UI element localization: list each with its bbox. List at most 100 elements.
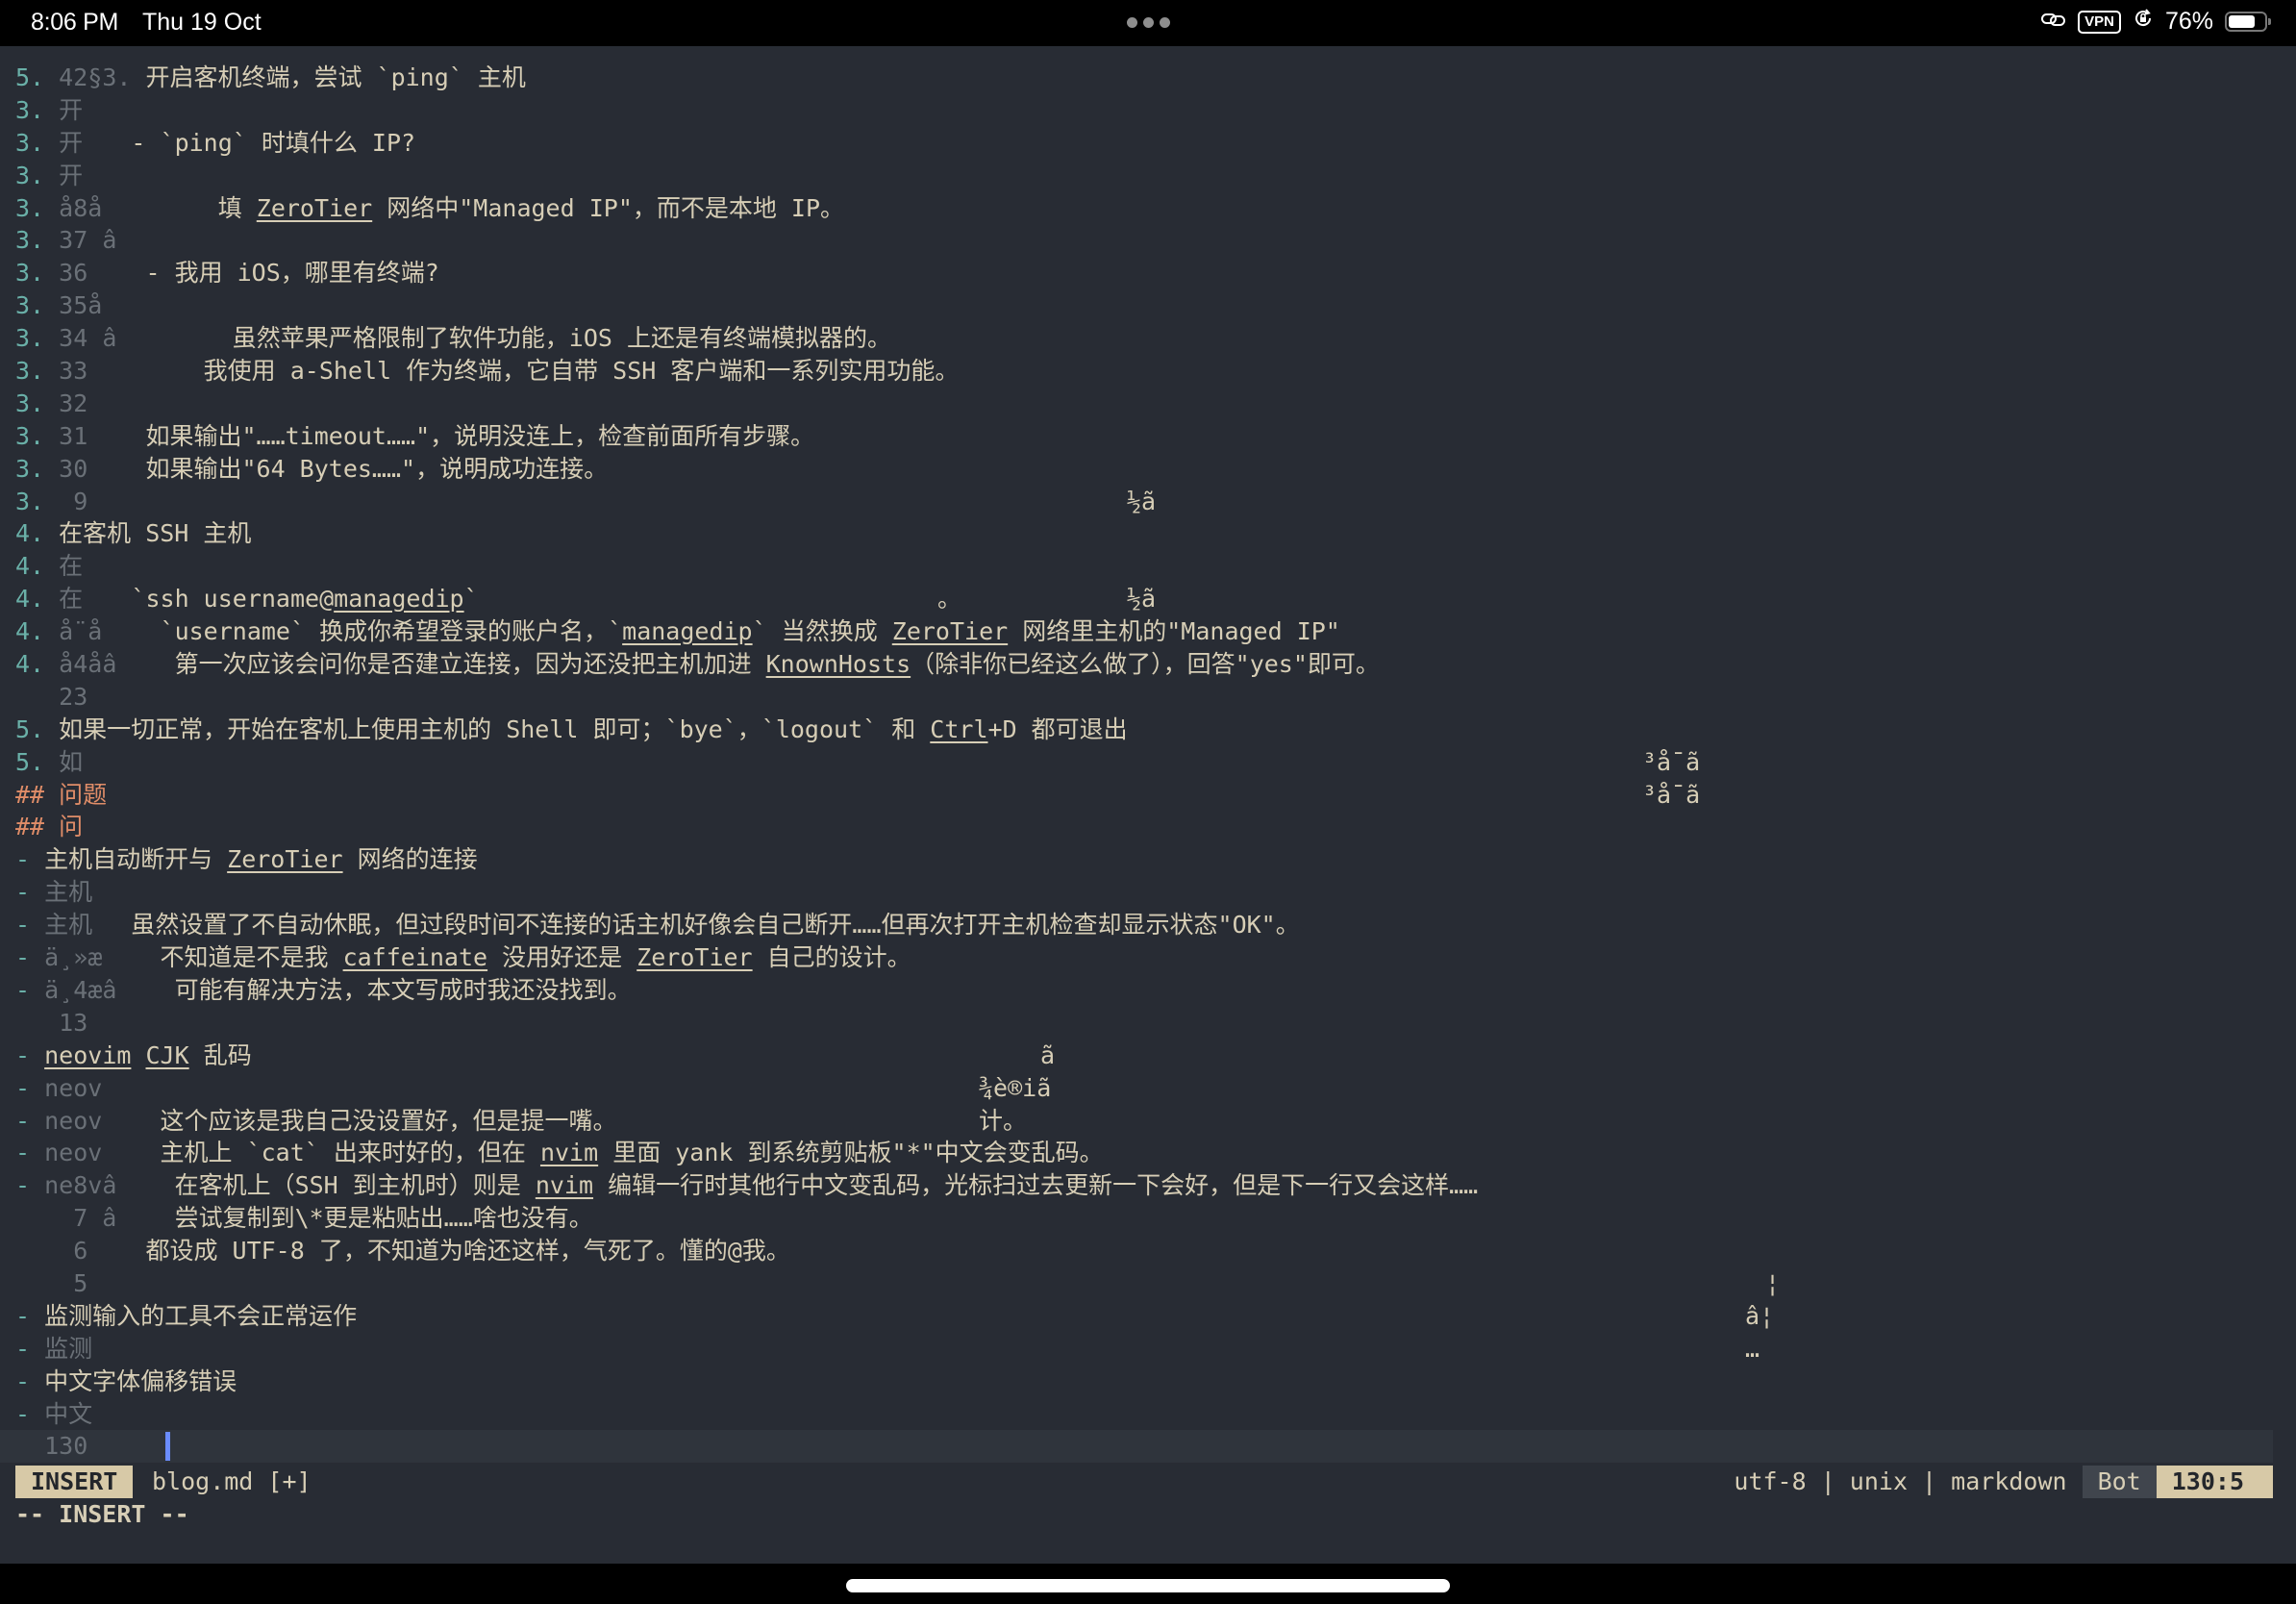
vpn-badge: VPN bbox=[2078, 10, 2121, 34]
render-artifact: ¾è®iã bbox=[979, 1073, 1052, 1102]
render-artifact: ³å¯ã bbox=[1642, 747, 1701, 776]
scroll-position: Bot bbox=[2082, 1466, 2157, 1498]
buffer-line[interactable]: - neov 主机上 `cat` 出来时好的，但在 nvim 里面 yank 到… bbox=[0, 1137, 2273, 1169]
render-artifact: ½ã bbox=[1127, 487, 1157, 515]
line-text: 这个应该是我自己没设置好，但是提一嘴。 bbox=[15, 1106, 617, 1135]
buffer-line[interactable]: - 中文字体偏移错误 bbox=[0, 1366, 2273, 1398]
buffer-lines[interactable]: 5. 42§3. 开启客机终端，尝试 `ping` 主机 3. 开 3. 开 - `… bbox=[0, 62, 2273, 1464]
line-number: 5. 如 bbox=[15, 747, 84, 776]
line-number: 3. 32 bbox=[15, 388, 88, 417]
buffer-line[interactable]: 130 bbox=[0, 1430, 2273, 1464]
render-artifact: 计。 bbox=[979, 1106, 1028, 1135]
buffer-line[interactable]: 4. å¨å `username` 换成你希望登录的账户名，`managedip… bbox=[0, 615, 2273, 648]
line-text: 可能有解决方法，本文写成时我还没找到。 bbox=[15, 975, 632, 1004]
buffer-line[interactable]: - 主机自动断开与 ZeroTier 网络的连接 bbox=[0, 843, 2273, 876]
buffer-line[interactable]: 5. 42§3. 开启客机终端，尝试 `ping` 主机 bbox=[0, 62, 2273, 94]
line-text: 虽然设置了不自动休眠，但过段时间不连接的话主机好像会自己断开……但再次打开主机检… bbox=[15, 911, 1300, 940]
buffer-line[interactable]: 3. 35å bbox=[0, 289, 2273, 322]
buffer-line[interactable]: ## 问题 ³å¯ã bbox=[0, 779, 2273, 812]
line-number: ## 问 bbox=[15, 813, 84, 841]
line-number: 3. 开 bbox=[15, 95, 84, 124]
buffer-line[interactable]: 3. 36 - 我用 iOS，哪里有终端? bbox=[0, 257, 2273, 289]
buffer-line[interactable]: 13 bbox=[0, 1007, 2273, 1040]
line-number: 3. 9 bbox=[15, 487, 88, 515]
buffer-line[interactable]: ## 问 bbox=[0, 811, 2273, 843]
multitasking-dots-icon[interactable] bbox=[1127, 17, 1170, 28]
line-text: 虽然苹果严格限制了软件功能，iOS 上还是有终端模拟器的。 bbox=[15, 324, 891, 353]
command-line[interactable]: -- INSERT -- bbox=[15, 1498, 189, 1531]
buffer-line[interactable]: 7 â 尝试复制到\*更是粘贴出……啥也没有。 bbox=[0, 1202, 2273, 1235]
buffer-line[interactable]: - 中文 bbox=[0, 1398, 2273, 1431]
buffer-line[interactable]: - ne8vâ 在客机上（SSH 到主机时）则是 nvim 编辑一行时其他行中文… bbox=[0, 1169, 2273, 1202]
buffer-line[interactable]: 3. å8å 填 ZeroTier 网络中"Managed IP"，而不是本地 … bbox=[0, 192, 2273, 225]
buffer-line[interactable]: 5. 如 ³å¯ã bbox=[0, 746, 2273, 779]
line-number: - 中文 bbox=[15, 1399, 93, 1428]
line-text: 在客机上（SSH 到主机时）则是 nvim 编辑一行时其他行中文变乱码，光标扫过… bbox=[15, 1171, 1479, 1200]
buffer-line[interactable]: - 监测… bbox=[0, 1333, 2273, 1366]
statusline-right: utf-8 | unix | markdown Bot 130:5 bbox=[1734, 1466, 2273, 1498]
buffer-line[interactable]: 4. å4åâ 第一次应该会问你是否建立连接，因为还没把主机加进 KnownHo… bbox=[0, 648, 2273, 681]
line-number: 23 bbox=[15, 682, 88, 711]
battery-percent: 76% bbox=[2164, 8, 2213, 35]
buffer-line[interactable]: 6 都设成 UTF-8 了，不知道为啥还这样，气死了。懂的@我。 bbox=[0, 1235, 2273, 1267]
buffer-line[interactable]: - neov ¾è®iã bbox=[0, 1072, 2273, 1105]
line-number: 13 bbox=[15, 1008, 88, 1037]
line-text: neovim CJK 乱码 bbox=[44, 1040, 252, 1069]
line-text: 我使用 a-Shell 作为终端，它自带 SSH 客户端和一系列实用功能。 bbox=[15, 357, 960, 386]
buffer-line[interactable]: 23 bbox=[0, 681, 2273, 714]
line-text: 监测输入的工具不会正常运作 bbox=[15, 1301, 358, 1330]
home-indicator[interactable] bbox=[846, 1579, 1450, 1592]
line-text: `ssh username@managedip` bbox=[15, 585, 479, 614]
render-artifact: 。 bbox=[937, 585, 962, 614]
buffer-line[interactable]: 3. 31 如果输出"……timeout……"，说明没连上，检查前面所有步骤。 bbox=[0, 420, 2273, 453]
buffer-line[interactable]: 3. 开 - `ping` 时填什么 IP? bbox=[0, 127, 2273, 160]
buffer-line[interactable]: 5 ¦ bbox=[0, 1267, 2273, 1300]
line-number: - 监测 bbox=[15, 1334, 93, 1363]
date: Thu 19 Oct bbox=[142, 9, 262, 36]
buffer-line[interactable]: 5. 如果一切正常，开始在客机上使用主机的 Shell 即可；`bye`，`lo… bbox=[0, 714, 2273, 746]
line-text: 在客机 SSH 主机 bbox=[15, 519, 252, 548]
buffer-line[interactable]: 3. 开 bbox=[0, 94, 2273, 127]
buffer-line[interactable]: - ä¸»æ 不知道是不是我 caffeinate 没用好还是 ZeroTier… bbox=[0, 941, 2273, 974]
render-artifact: ½ã bbox=[1127, 585, 1157, 614]
buffer-line[interactable]: - ä¸4æâ 可能有解决方法，本文写成时我还没找到。 bbox=[0, 974, 2273, 1007]
buffer-line[interactable]: 4. 在 `ssh username@managedip`。 ½ã bbox=[0, 583, 2273, 615]
buffer-line[interactable]: 3. 开 bbox=[0, 160, 2273, 192]
line-number: 4. 在 bbox=[15, 552, 84, 581]
line-text: 主机自动断开与 ZeroTier 网络的连接 bbox=[15, 845, 478, 874]
neovim-editor[interactable]: 5. 42§3. 开启客机终端，尝试 `ping` 主机 3. 开 3. 开 - `… bbox=[0, 46, 2296, 1564]
line-text: - 我用 iOS，哪里有终端? bbox=[15, 259, 439, 288]
line-number: 5 bbox=[15, 1268, 88, 1297]
buffer-line[interactable]: 3. 34 â 虽然苹果严格限制了软件功能，iOS 上还是有终端模拟器的。 bbox=[0, 322, 2273, 355]
filename: blog.md [+] bbox=[152, 1467, 312, 1495]
line-text: 如果输出"……timeout……"，说明没连上，检查前面所有步骤。 bbox=[15, 421, 815, 450]
status-indicators: VPN 76% bbox=[2041, 8, 2271, 36]
battery-fill bbox=[2229, 15, 2256, 28]
buffer-line[interactable]: 4. 在客机 SSH 主机 bbox=[0, 517, 2273, 550]
buffer-line[interactable]: - 主机 bbox=[0, 876, 2273, 909]
ios-status-bar: 8:06 PM Thu 19 Oct VPN 76% bbox=[0, 0, 2296, 46]
buffer-line[interactable]: 3. 30 如果输出"64 Bytes……"，说明成功连接。 bbox=[0, 453, 2273, 486]
line-text: 如果一切正常，开始在客机上使用主机的 Shell 即可；`bye`，`logou… bbox=[15, 714, 1128, 743]
buffer-line[interactable]: 3. 9 ½ã bbox=[0, 486, 2273, 518]
rotation-lock-icon bbox=[2133, 8, 2154, 36]
line-number: 130 bbox=[15, 1432, 88, 1461]
line-text: 中文字体偏移错误 bbox=[15, 1366, 237, 1395]
line-text: 如果输出"64 Bytes……"，说明成功连接。 bbox=[15, 454, 609, 483]
buffer-line[interactable]: - 主机 虽然设置了不自动休眠，但过段时间不连接的话主机好像会自己断开……但再次… bbox=[0, 909, 2273, 941]
buffer-line[interactable]: - neovim CJK 乱码 ã bbox=[0, 1040, 2273, 1072]
buffer-line[interactable]: 3. 32 bbox=[0, 388, 2273, 420]
render-artifact: ã bbox=[1040, 1040, 1056, 1069]
buffer-line[interactable]: 3. 33 我使用 a-Shell 作为终端，它自带 SSH 客户端和一系列实用… bbox=[0, 355, 2273, 388]
buffer-line[interactable]: 4. 在 bbox=[0, 550, 2273, 583]
buffer-line[interactable]: - 监测输入的工具不会正常运作 â¦ bbox=[0, 1300, 2273, 1333]
buffer-line[interactable]: 3. 37 â bbox=[0, 224, 2273, 257]
mode-badge: INSERT bbox=[15, 1466, 134, 1498]
line-text: `username` 换成你希望登录的账户名，`managedip` 当然换成 … bbox=[15, 617, 1340, 646]
buffer-line[interactable]: - neov 这个应该是我自己没设置好，但是提一嘴。 计。 bbox=[0, 1105, 2273, 1138]
line-text: 问题 bbox=[15, 780, 108, 809]
line-text: 主机上 `cat` 出来时好的，但在 nvim 里面 yank 到系统剪贴板"*… bbox=[15, 1139, 1104, 1167]
line-text: 尝试复制到\*更是粘贴出……啥也没有。 bbox=[15, 1204, 593, 1233]
line-text: 第一次应该会问你是否建立连接，因为还没把主机加进 KnownHosts（除非你已… bbox=[15, 650, 1380, 679]
file-info: utf-8 | unix | markdown bbox=[1734, 1467, 2067, 1495]
